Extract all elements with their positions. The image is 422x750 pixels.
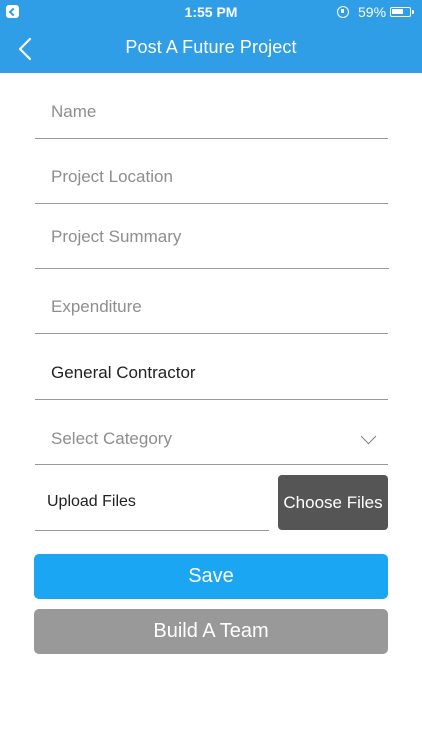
name-field[interactable]: Name [35, 98, 388, 128]
role-underline [35, 399, 388, 400]
project-summary-underline [35, 268, 389, 269]
chevron-down-icon [360, 428, 377, 445]
project-location-placeholder: Project Location [51, 167, 173, 186]
category-select[interactable]: Select Category [35, 425, 388, 455]
role-field[interactable]: General Contractor [35, 359, 388, 389]
project-summary-field[interactable]: Project Summary [35, 223, 388, 253]
nav-bar: Post A Future Project [0, 24, 422, 73]
expenditure-field[interactable]: Expenditure [35, 293, 388, 323]
role-value: General Contractor [51, 363, 196, 382]
status-bar: 1:55 PM 59% [0, 0, 422, 24]
project-location-field[interactable]: Project Location [35, 163, 388, 193]
build-a-team-button[interactable]: Build A Team [34, 609, 388, 654]
project-summary-placeholder: Project Summary [51, 227, 182, 246]
name-underline [35, 138, 388, 139]
choose-files-button[interactable]: Choose Files [278, 475, 388, 530]
battery-percent: 59% [358, 4, 387, 20]
orientation-lock-icon [337, 6, 349, 18]
name-placeholder: Name [51, 102, 97, 121]
project-location-underline [35, 203, 388, 204]
category-underline [35, 464, 388, 465]
upload-files-label: Upload Files [47, 493, 136, 510]
expenditure-placeholder: Expenditure [51, 297, 142, 316]
battery-icon [390, 7, 414, 17]
expenditure-underline [35, 333, 388, 334]
upload-files-underline [35, 530, 269, 531]
category-placeholder: Select Category [51, 429, 172, 448]
save-button[interactable]: Save [34, 554, 388, 599]
page-title: Post A Future Project [125, 37, 297, 57]
